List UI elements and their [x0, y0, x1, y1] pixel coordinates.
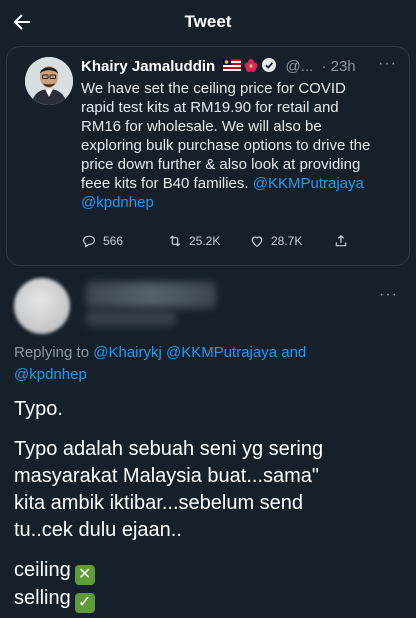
flower-icon — [244, 59, 258, 72]
reply-text: Typo. Typo adalah sebuah seni yg sering … — [14, 396, 410, 613]
top-bar: Tweet — [0, 0, 416, 44]
malaysia-flag-icon — [223, 59, 242, 71]
verified-badge-icon — [262, 58, 277, 72]
like-count: 28.7K — [271, 234, 303, 248]
share-icon — [335, 234, 347, 247]
cross-mark-icon: ✕ — [74, 565, 95, 585]
profile-emoji-badges — [223, 57, 277, 77]
person-portrait-icon — [25, 57, 73, 105]
tweet-time: · 23h — [321, 57, 356, 75]
tweet-text-line: exploring bulk purchase options to drive… — [81, 137, 371, 154]
replying-to-mention[interactable]: @kpdnhep — [14, 366, 87, 383]
retweet-icon — [169, 235, 181, 247]
replying-to-label: Replying to — [14, 344, 90, 361]
reply-text-line: Typo adalah sebuah seni yg sering — [14, 438, 324, 460]
replying-to-mentions[interactable]: @Khairykj @KKMPutrajaya and — [93, 344, 306, 361]
reply-author-avatar[interactable] — [14, 278, 70, 334]
reply-text-line: selling ✓ — [14, 585, 410, 613]
wrong-word: ceiling — [14, 559, 71, 581]
check-mark-icon: ✓ — [74, 593, 95, 613]
like-button[interactable]: 28.7K — [249, 233, 302, 249]
tweet-text-fragment: feee kits for B40 families. — [81, 175, 249, 192]
reply-text-line: Typo. — [14, 398, 63, 420]
mention-link[interactable]: @KKMPutrajaya — [253, 175, 364, 192]
author-avatar[interactable] — [25, 57, 73, 105]
tweet-text-line: We have set the ceiling price for COVID — [81, 80, 346, 97]
tweet-text-line: feee kits for B40 families. @KKMPutrajay… — [81, 174, 403, 193]
reply-bubble-icon — [83, 235, 95, 248]
right-word: selling — [14, 587, 71, 609]
share-button[interactable] — [333, 233, 349, 249]
reply-text-line: kita ambik iktibar...sebelum send — [14, 492, 304, 514]
replying-to-line: Replying to @Khairykj @KKMPutrajaya and … — [14, 342, 404, 386]
page-title: Tweet — [184, 12, 232, 31]
tweet-text-line: rapid test kits at RM19.90 for retail an… — [81, 99, 339, 116]
tweet-text-line: RM16 for wholesale. We will also be — [81, 118, 322, 135]
author-handle[interactable]: @... — [286, 58, 314, 75]
blurred-author-name — [86, 282, 216, 308]
tweet-action-bar: 566 25.2K 28.7K — [81, 233, 381, 253]
quoted-tweet-card[interactable]: Khairy Jamaluddin @... · 23h ··· We have… — [6, 46, 410, 266]
reply-more-options-icon[interactable]: ··· — [379, 286, 398, 304]
tweet-text-line: price down further & also look at provid… — [81, 156, 361, 173]
reply-text-line: tu..cek dulu ejaan.. — [14, 519, 182, 541]
blurred-author-handle — [86, 310, 176, 326]
retweet-button[interactable]: 25.2K — [167, 233, 220, 249]
reply-tweet: ··· Replying to @Khairykj @KKMPutrajaya … — [0, 272, 416, 618]
heart-icon — [251, 236, 263, 248]
quoted-tweet-header: Khairy Jamaluddin @... · 23h — [81, 57, 399, 77]
reply-button[interactable]: 566 — [81, 233, 123, 249]
retweet-count: 25.2K — [189, 234, 221, 248]
reply-count: 566 — [103, 234, 124, 248]
tweet-text-line: @kpdnhep — [81, 193, 403, 212]
quoted-tweet-text: We have set the ceiling price for COVID … — [81, 79, 403, 212]
more-options-icon[interactable]: ··· — [378, 55, 397, 73]
mention-link[interactable]: @kpdnhep — [81, 194, 154, 211]
reply-text-line: ceiling ✕ — [14, 557, 410, 585]
author-name[interactable]: Khairy Jamaluddin — [81, 58, 215, 75]
reply-text-line: masyarakat Malaysia buat...sama" — [14, 465, 319, 487]
